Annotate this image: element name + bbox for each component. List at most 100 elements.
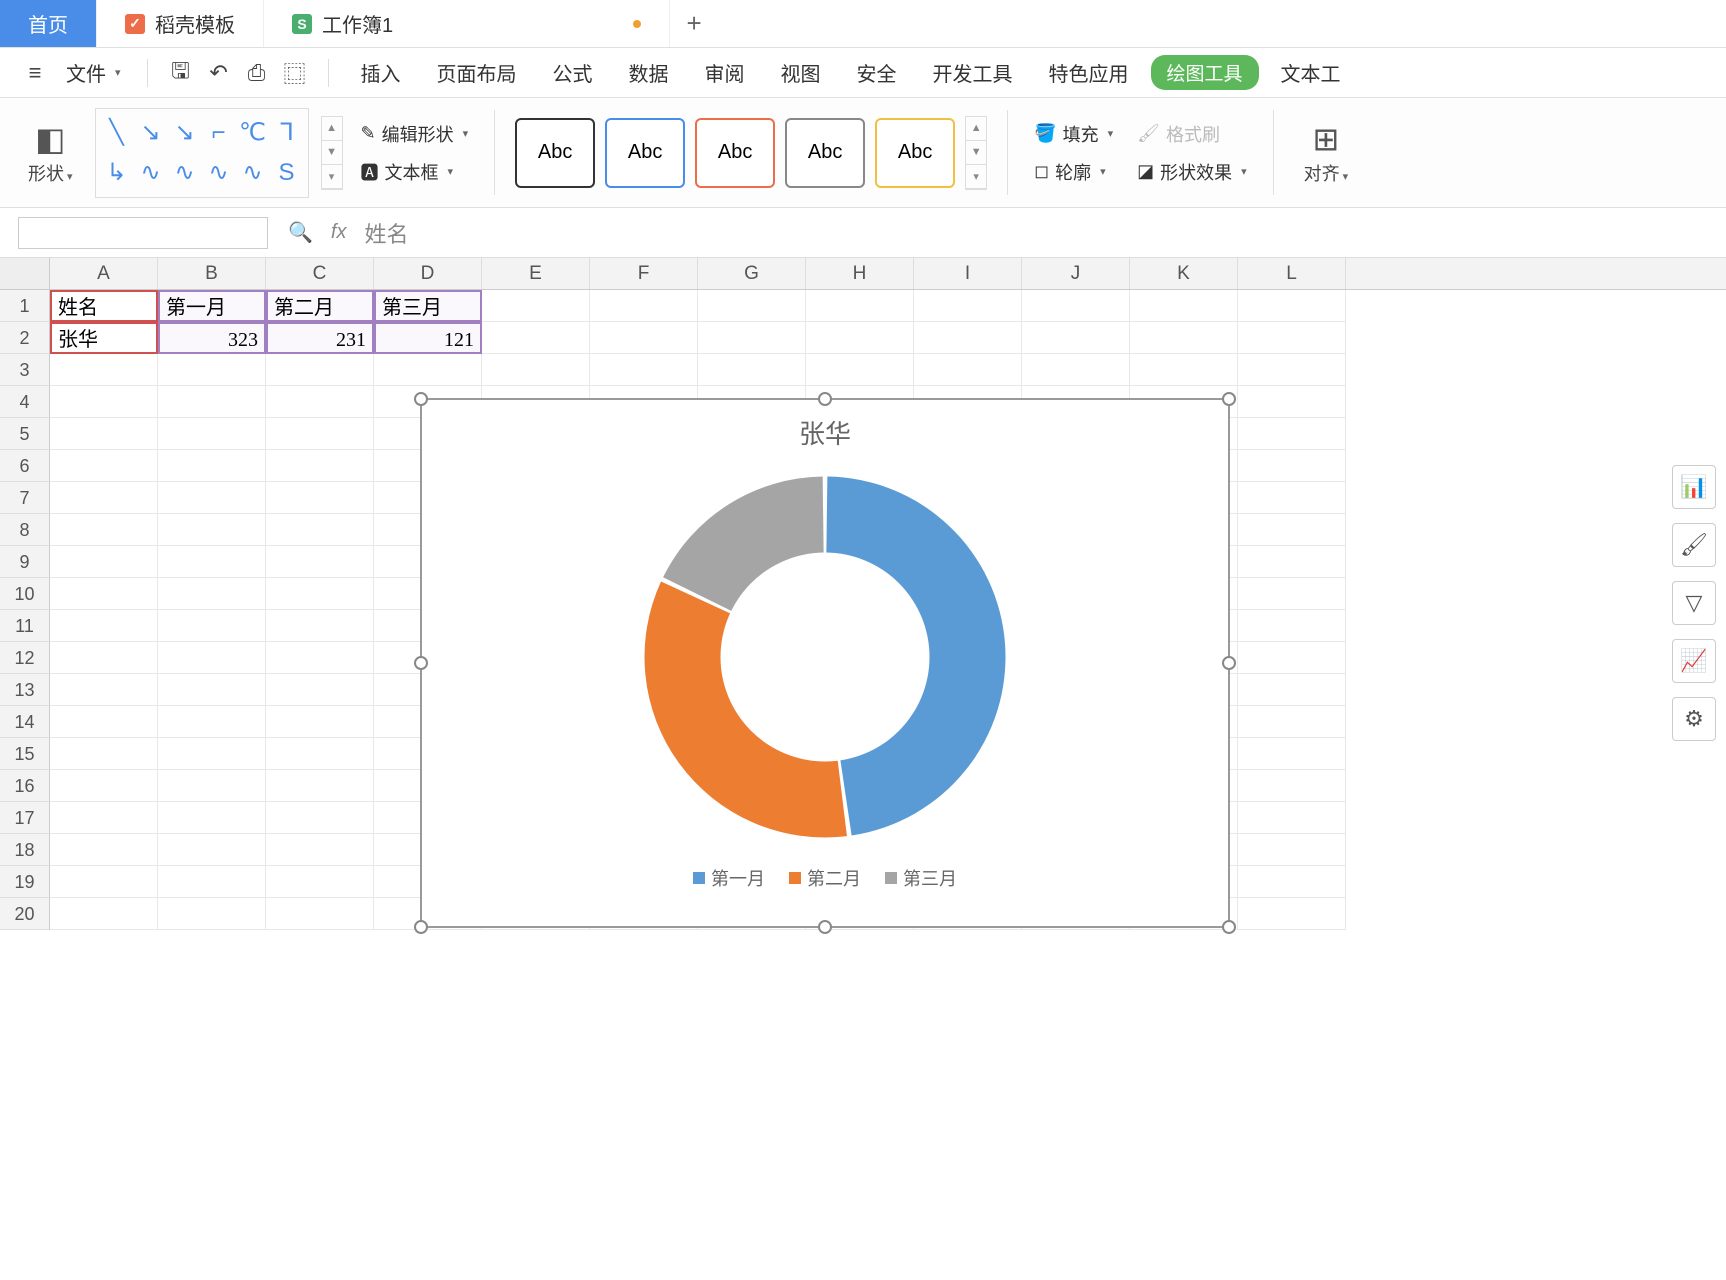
cell[interactable] bbox=[1238, 546, 1346, 578]
cell[interactable] bbox=[806, 322, 914, 354]
undo-icon[interactable]: ↶ bbox=[204, 58, 234, 88]
cell[interactable] bbox=[1238, 450, 1346, 482]
cell[interactable] bbox=[158, 674, 266, 706]
chart-elements-button[interactable]: 📊 bbox=[1672, 465, 1716, 509]
shape-style-5[interactable]: Abc bbox=[875, 118, 955, 188]
chart-settings-button[interactable]: ⚙ bbox=[1672, 697, 1716, 741]
row-header[interactable]: 11 bbox=[0, 610, 50, 642]
cell[interactable] bbox=[266, 802, 374, 834]
line-icon[interactable]: ↘ bbox=[136, 115, 166, 151]
cell[interactable] bbox=[158, 386, 266, 418]
col-header[interactable]: F bbox=[590, 258, 698, 289]
cell[interactable] bbox=[158, 482, 266, 514]
scroll-down-icon[interactable]: ▼ bbox=[322, 141, 342, 165]
row-header[interactable]: 3 bbox=[0, 354, 50, 386]
select-all-corner[interactable] bbox=[0, 258, 50, 289]
row-header[interactable]: 13 bbox=[0, 674, 50, 706]
chart-type-button[interactable]: 📈 bbox=[1672, 639, 1716, 683]
cell[interactable] bbox=[1130, 354, 1238, 386]
col-header[interactable]: E bbox=[482, 258, 590, 289]
menu-drawing-tools[interactable]: 绘图工具 bbox=[1151, 55, 1259, 90]
cell[interactable] bbox=[158, 514, 266, 546]
row-header[interactable]: 6 bbox=[0, 450, 50, 482]
menu-view[interactable]: 视图 bbox=[767, 58, 835, 87]
shape-effects-button[interactable]: ◪ 形状效果▾ bbox=[1131, 157, 1253, 187]
cell[interactable] bbox=[158, 770, 266, 802]
cell[interactable] bbox=[158, 546, 266, 578]
cell[interactable] bbox=[50, 802, 158, 834]
resize-handle[interactable] bbox=[414, 920, 428, 934]
line-icon[interactable]: ↳ bbox=[102, 155, 132, 191]
chart-styles-button[interactable]: 🖌 bbox=[1672, 523, 1716, 567]
cell[interactable] bbox=[266, 418, 374, 450]
cell[interactable]: 231 bbox=[266, 322, 374, 354]
cell[interactable] bbox=[266, 706, 374, 738]
chart-title[interactable]: 张华 bbox=[422, 400, 1228, 457]
row-header[interactable]: 17 bbox=[0, 802, 50, 834]
line-icon[interactable]: ╲ bbox=[102, 115, 132, 151]
row-header[interactable]: 5 bbox=[0, 418, 50, 450]
cell[interactable] bbox=[266, 386, 374, 418]
cell[interactable] bbox=[50, 514, 158, 546]
row-header[interactable]: 10 bbox=[0, 578, 50, 610]
cell[interactable] bbox=[1238, 770, 1346, 802]
cell[interactable] bbox=[50, 898, 158, 930]
cell[interactable] bbox=[50, 354, 158, 386]
line-icon[interactable]: ᒣ bbox=[272, 115, 302, 151]
cell[interactable]: 121 bbox=[374, 322, 482, 354]
cell[interactable]: 姓名 bbox=[50, 290, 158, 322]
cell[interactable] bbox=[590, 290, 698, 322]
cell[interactable] bbox=[914, 354, 1022, 386]
resize-handle[interactable] bbox=[414, 656, 428, 670]
chart-object[interactable]: 张华 第一月 第二月 第三月 bbox=[420, 398, 1230, 928]
resize-handle[interactable] bbox=[414, 392, 428, 406]
cell[interactable] bbox=[1238, 802, 1346, 834]
cell[interactable] bbox=[50, 866, 158, 898]
cell[interactable] bbox=[1238, 642, 1346, 674]
cell[interactable] bbox=[50, 770, 158, 802]
tab-workbook[interactable]: S 工作簿1 bbox=[264, 0, 670, 47]
row-header[interactable]: 4 bbox=[0, 386, 50, 418]
cell[interactable] bbox=[266, 738, 374, 770]
cell[interactable] bbox=[266, 450, 374, 482]
row-header[interactable]: 2 bbox=[0, 322, 50, 354]
cell[interactable] bbox=[158, 706, 266, 738]
chart-filter-button[interactable]: ▽ bbox=[1672, 581, 1716, 625]
row-header[interactable]: 20 bbox=[0, 898, 50, 930]
cell[interactable] bbox=[50, 738, 158, 770]
cell[interactable] bbox=[482, 322, 590, 354]
line-icon[interactable]: S bbox=[272, 155, 302, 191]
row-header[interactable]: 16 bbox=[0, 770, 50, 802]
save-icon[interactable]: 🖫 bbox=[166, 58, 196, 88]
cell[interactable]: 第二月 bbox=[266, 290, 374, 322]
legend-item[interactable]: 第一月 bbox=[693, 865, 765, 891]
cell[interactable] bbox=[1238, 738, 1346, 770]
menu-formula[interactable]: 公式 bbox=[539, 58, 607, 87]
print-preview-icon[interactable]: ⿴ bbox=[280, 58, 310, 88]
menu-review[interactable]: 审阅 bbox=[691, 58, 759, 87]
cell[interactable] bbox=[1130, 290, 1238, 322]
menu-special[interactable]: 特色应用 bbox=[1035, 58, 1143, 87]
line-icon[interactable]: ∿ bbox=[204, 155, 234, 191]
cell[interactable] bbox=[590, 354, 698, 386]
cell[interactable] bbox=[1238, 866, 1346, 898]
cell[interactable] bbox=[50, 418, 158, 450]
cell[interactable] bbox=[266, 578, 374, 610]
cell[interactable] bbox=[50, 834, 158, 866]
cell[interactable] bbox=[158, 898, 266, 930]
cell[interactable] bbox=[1238, 482, 1346, 514]
cell[interactable] bbox=[1238, 674, 1346, 706]
name-box-input[interactable] bbox=[18, 217, 268, 249]
print-icon[interactable]: ⎙ bbox=[242, 58, 272, 88]
cell[interactable] bbox=[266, 834, 374, 866]
row-header[interactable]: 12 bbox=[0, 642, 50, 674]
cell[interactable] bbox=[374, 354, 482, 386]
col-header[interactable]: C bbox=[266, 258, 374, 289]
shape-style-4[interactable]: Abc bbox=[785, 118, 865, 188]
menu-dev-tools[interactable]: 开发工具 bbox=[919, 58, 1027, 87]
cell[interactable] bbox=[266, 898, 374, 930]
cell[interactable] bbox=[806, 290, 914, 322]
shape-style-1[interactable]: Abc bbox=[515, 118, 595, 188]
shape-group[interactable]: ◧ 形状▾ bbox=[18, 98, 83, 207]
cell[interactable] bbox=[806, 354, 914, 386]
